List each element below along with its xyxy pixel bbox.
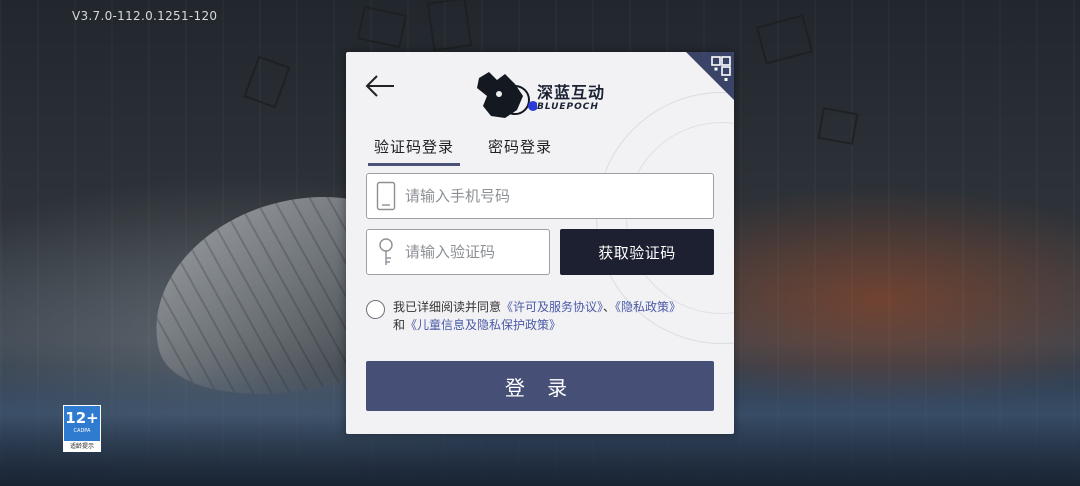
- bluepoch-logo: 深蓝互动 BLUEPOCH: [475, 70, 607, 122]
- qr-code-icon[interactable]: [686, 52, 734, 100]
- phone-input[interactable]: [405, 174, 713, 218]
- agreement-prefix: 我已详细阅读并同意: [393, 300, 502, 314]
- code-input[interactable]: [405, 230, 549, 274]
- version-label: V3.7.0-112.0.1251-120: [72, 9, 218, 23]
- phone-icon: [367, 174, 405, 218]
- code-field: [366, 229, 550, 275]
- age-rating-org: CADPA: [73, 428, 91, 434]
- key-icon: [367, 230, 405, 274]
- login-panel: 深蓝互动 BLUEPOCH 验证码登录 密码登录 请输入手机号码 请输入验证码 …: [346, 52, 734, 434]
- logo-emblem-icon: [477, 72, 538, 118]
- floating-frame: [426, 0, 473, 52]
- agreement-checkbox[interactable]: [366, 300, 385, 319]
- privacy-link[interactable]: 《隐私政策》: [615, 300, 681, 314]
- logo-text-en: BLUEPOCH: [537, 102, 599, 112]
- agreement-and: 和: [393, 318, 406, 332]
- agreement-separator: 、: [603, 300, 616, 314]
- floating-frame: [817, 107, 859, 145]
- tab-password-login[interactable]: 密码登录: [482, 136, 558, 166]
- back-arrow-icon[interactable]: [364, 72, 396, 100]
- terms-link[interactable]: 《许可及服务协议》: [501, 300, 603, 314]
- logo-text-cn: 深蓝互动: [537, 83, 606, 102]
- children-privacy-link[interactable]: 《儿童信息及隐私保护政策》: [405, 318, 561, 332]
- login-button[interactable]: 登 录: [366, 361, 714, 411]
- tab-sms-login[interactable]: 验证码登录: [368, 136, 461, 166]
- agreement-text: 我已详细阅读并同意《许可及服务协议》、《隐私政策》和《儿童信息及隐私保护政策》: [393, 298, 723, 334]
- get-code-button[interactable]: 获取验证码: [560, 229, 714, 275]
- login-tabs: 验证码登录 密码登录: [368, 136, 558, 166]
- age-rating-tip: 适龄提示: [63, 441, 101, 452]
- age-rating-value: 12+: [65, 409, 99, 427]
- phone-field: [366, 173, 714, 219]
- age-rating-badge: 12+ CADPA 适龄提示: [63, 405, 101, 452]
